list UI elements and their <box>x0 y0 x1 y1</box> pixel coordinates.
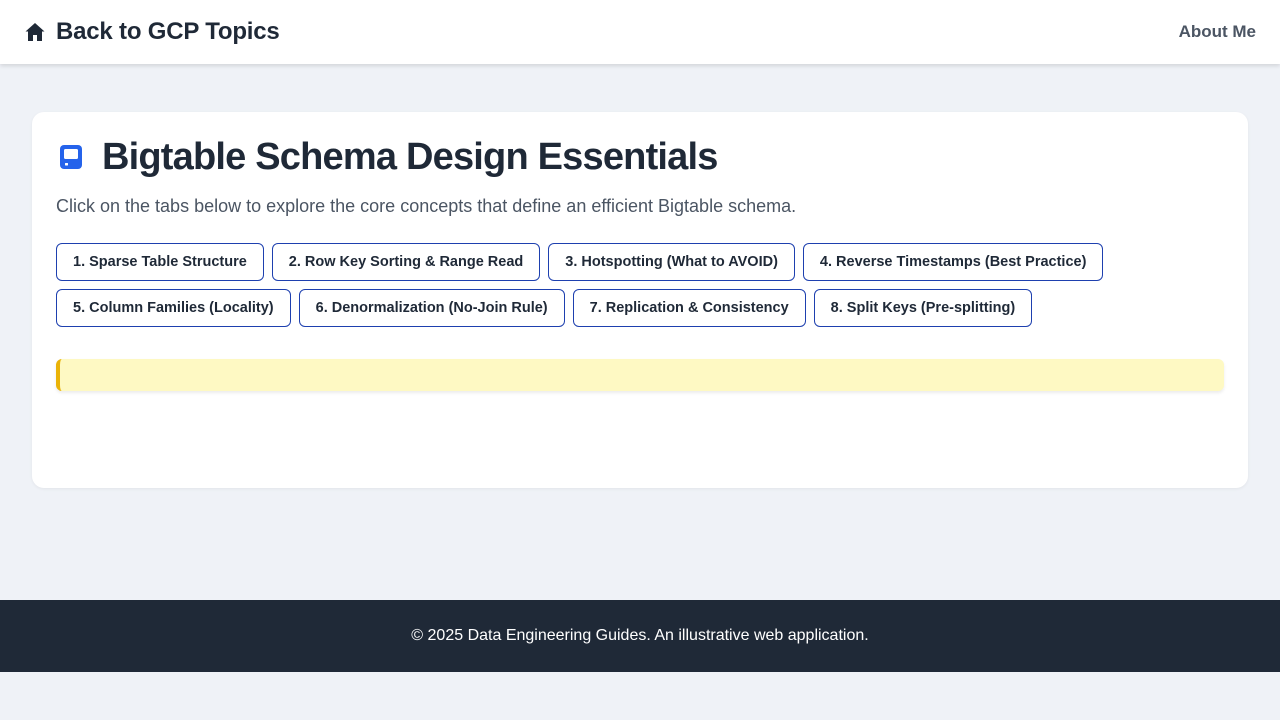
tablet-device-icon <box>56 142 86 172</box>
title-row: Bigtable Schema Design Essentials <box>56 134 1224 180</box>
back-link-label: Back to GCP Topics <box>56 18 280 45</box>
tab-sparse-table-structure[interactable]: 1. Sparse Table Structure <box>56 243 264 281</box>
tab-content-callout <box>56 359 1224 391</box>
tab-column-families[interactable]: 5. Column Families (Locality) <box>56 289 291 327</box>
tab-row-key-sorting[interactable]: 2. Row Key Sorting & Range Read <box>271 243 541 281</box>
back-to-topics-link[interactable]: Back to GCP Topics <box>24 18 280 46</box>
concept-tabs: 1. Sparse Table Structure 2. Row Key Sor… <box>56 243 1156 327</box>
top-nav-bar: Back to GCP Topics About Me <box>0 0 1280 64</box>
page-title: Bigtable Schema Design Essentials <box>102 135 718 178</box>
tab-denormalization[interactable]: 6. Denormalization (No-Join Rule) <box>298 289 565 327</box>
footer-text: © 2025 Data Engineering Guides. An illus… <box>411 627 869 644</box>
tab-hotspotting[interactable]: 3. Hotspotting (What to AVOID) <box>548 243 795 281</box>
tab-replication-consistency[interactable]: 7. Replication & Consistency <box>572 289 806 327</box>
home-icon <box>24 21 46 43</box>
tab-reverse-timestamps[interactable]: 4. Reverse Timestamps (Best Practice) <box>802 243 1104 281</box>
about-me-link[interactable]: About Me <box>1179 22 1256 42</box>
tab-split-keys[interactable]: 8. Split Keys (Pre-splitting) <box>813 289 1033 327</box>
page-subtitle: Click on the tabs below to explore the c… <box>56 196 797 216</box>
footer: © 2025 Data Engineering Guides. An illus… <box>0 600 1280 672</box>
content-card: Bigtable Schema Design Essentials Click … <box>32 112 1248 488</box>
